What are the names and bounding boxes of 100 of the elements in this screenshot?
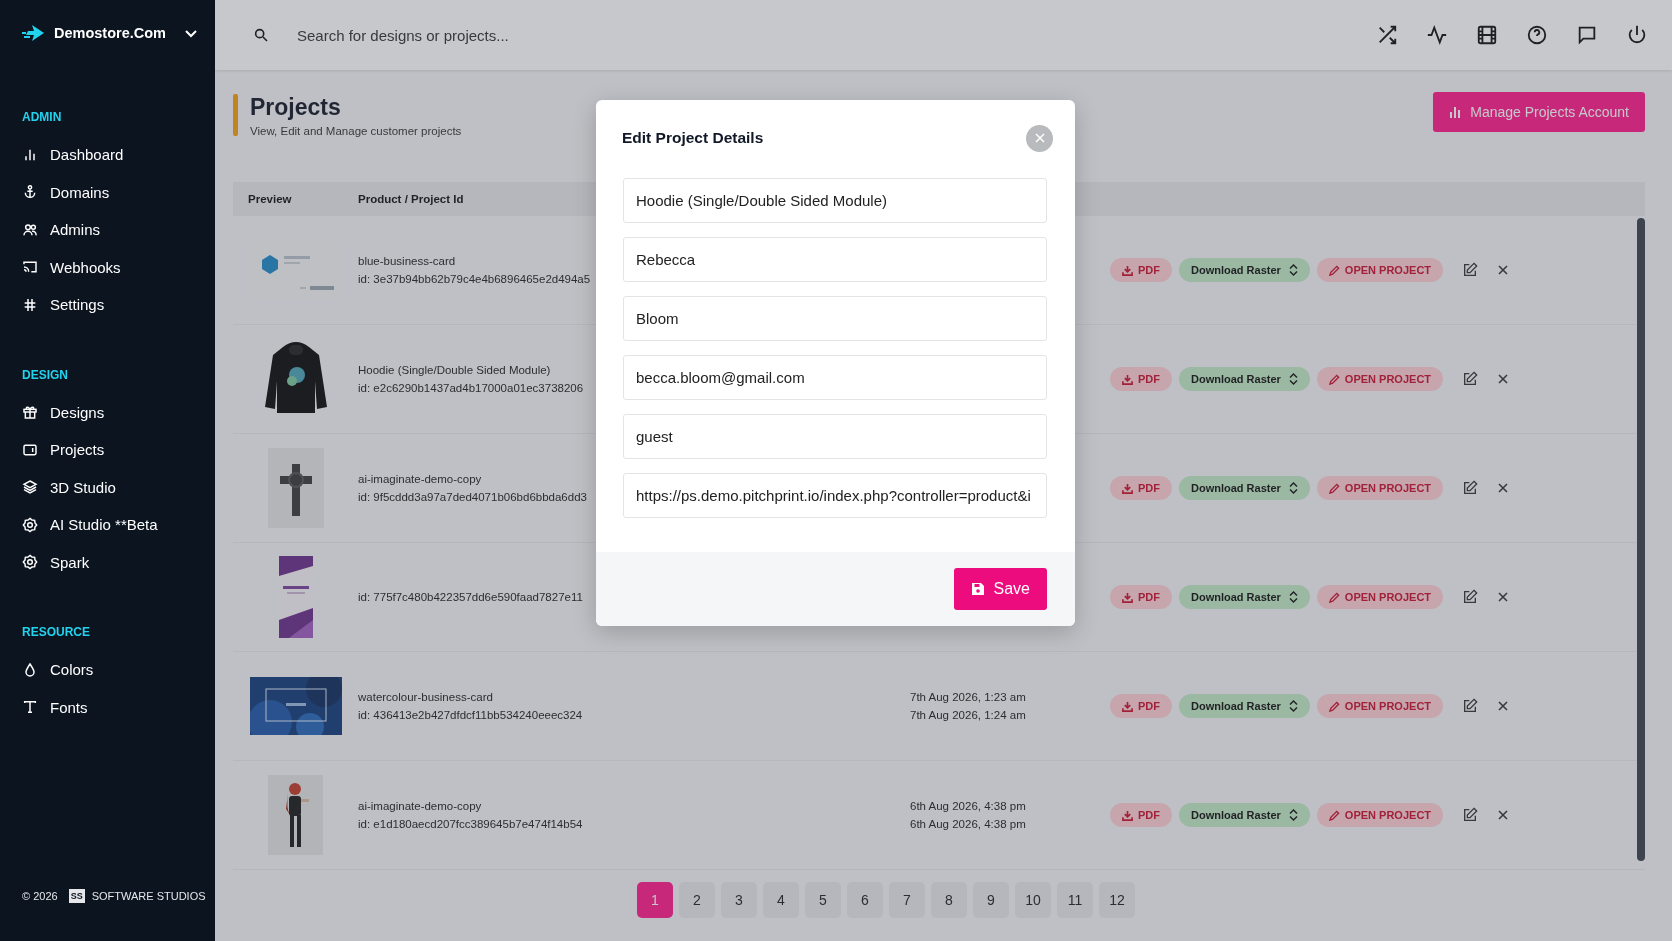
page-button[interactable]: 10 (1015, 882, 1051, 918)
download-raster-dropdown[interactable]: Download Raster (1179, 803, 1310, 827)
date-text: 7th Aug 2026, 1:23 am (910, 689, 1026, 705)
download-raster-dropdown[interactable]: Download Raster (1179, 258, 1310, 282)
power-icon[interactable] (1626, 24, 1648, 46)
copyright-text: © 2026 (22, 890, 58, 902)
text-field[interactable]: https://ps.demo.pitchprint.io/index.php?controller=product&i (623, 473, 1047, 518)
nav-item[interactable]: Designs (22, 393, 215, 431)
page-button[interactable]: 6 (847, 882, 883, 918)
project-id: id: 3e37b94bb62b79c4e4b6896465e2d494a5 (358, 271, 591, 287)
page-title: Projects (250, 94, 342, 121)
close-icon[interactable] (1497, 264, 1510, 276)
nav-item[interactable]: Webhooks (22, 248, 215, 286)
page-button[interactable]: 3 (721, 882, 757, 918)
download-raster-dropdown[interactable]: Download Raster (1179, 585, 1310, 609)
column-header: Product / Project Id (358, 193, 464, 205)
page-button[interactable]: 11 (1057, 882, 1093, 918)
nav-item[interactable]: Fonts (22, 688, 215, 726)
download-icon (1122, 700, 1133, 712)
save-button[interactable]: Save (953, 568, 1047, 610)
edit-icon[interactable] (1462, 698, 1479, 714)
edit-icon[interactable] (1462, 589, 1479, 605)
nav-item[interactable]: Domains (22, 173, 215, 211)
nav-item[interactable]: Admins (22, 211, 215, 249)
page-button[interactable]: 5 (805, 882, 841, 918)
pencil-icon (1328, 700, 1340, 712)
download-raster-dropdown[interactable]: Download Raster (1179, 367, 1310, 391)
nav-item[interactable]: 3D Studio (22, 468, 215, 506)
close-icon[interactable] (1497, 700, 1510, 712)
edit-icon[interactable] (1462, 807, 1479, 823)
text-field[interactable]: Bloom (623, 296, 1047, 341)
pencil-icon (1328, 373, 1340, 385)
close-icon[interactable] (1497, 591, 1510, 603)
users-icon (22, 221, 38, 238)
product-name: ai-imaginate-demo-copy (358, 798, 482, 814)
page-button[interactable]: 12 (1099, 882, 1135, 918)
sort-caret-icon (1288, 809, 1298, 821)
nav-item[interactable]: Spark (22, 543, 215, 581)
section-heading: RESOURCE (22, 625, 91, 639)
company-logo: SS (68, 889, 85, 903)
project-id: id: e1d180aecd207fcc389645b7e474f14b54 (358, 816, 583, 832)
page-subtitle: View, Edit and Manage customer projects (250, 125, 462, 137)
product-name: Hoodie (Single/Double Sided Module) (358, 362, 551, 378)
text-field[interactable]: becca.bloom@gmail.com (623, 355, 1047, 400)
shuffle-icon[interactable] (1376, 24, 1398, 46)
section-heading: ADMIN (22, 110, 63, 124)
gear-icon (22, 516, 38, 533)
date-text: 6th Aug 2026, 4:38 pm (910, 798, 1026, 814)
pencil-icon (1328, 264, 1340, 276)
close-icon[interactable] (1497, 373, 1510, 385)
nav-item[interactable]: Colors (22, 651, 215, 689)
store-name[interactable]: Demostore.Com (54, 25, 166, 41)
pencil-icon (1328, 482, 1340, 494)
page-button[interactable]: 8 (931, 882, 967, 918)
pencil-icon (1328, 809, 1340, 821)
nav-item[interactable]: AI Studio **Beta (22, 506, 215, 544)
company-name: SOFTWARE STUDIOS (91, 890, 206, 902)
text-field[interactable]: Hoodie (Single/Double Sided Module) (623, 178, 1047, 223)
logo-icon (22, 23, 46, 43)
project-id: id: 775f7c480b422357dd6e590faad7827e11 (358, 589, 583, 605)
activity-icon[interactable] (1426, 24, 1448, 46)
anchor-icon (22, 184, 38, 201)
download-raster-dropdown[interactable]: Download Raster (1179, 694, 1310, 718)
section-heading: DESIGN (22, 367, 69, 382)
dialog-title: Edit Project Details (622, 129, 764, 147)
gift-icon (22, 404, 38, 421)
edit-icon[interactable] (1462, 371, 1479, 387)
download-icon (1122, 373, 1133, 385)
project-id: id: e2c6290b1437ad4b17000a01ec3738206 (358, 380, 584, 396)
page-button[interactable]: 4 (763, 882, 799, 918)
date-text: 6th Aug 2026, 4:38 pm (910, 816, 1026, 832)
download-icon (1122, 482, 1133, 494)
edit-icon[interactable] (1462, 262, 1479, 278)
scrollbar[interactable] (1637, 218, 1645, 861)
search-icon (253, 27, 269, 43)
sort-caret-icon (1288, 373, 1298, 385)
download-icon (1122, 264, 1133, 276)
text-field[interactable]: Rebecca (623, 237, 1047, 282)
film-icon[interactable] (1476, 24, 1498, 46)
sort-caret-icon (1288, 700, 1298, 712)
page-button[interactable]: 7 (889, 882, 925, 918)
close-icon[interactable] (1497, 809, 1510, 821)
message-icon[interactable] (1576, 24, 1598, 46)
column-header: Preview (248, 193, 292, 205)
hash-icon (22, 296, 38, 313)
nav-item[interactable]: Dashboard (22, 136, 215, 174)
edit-icon[interactable] (1462, 480, 1479, 496)
layers-icon (22, 479, 38, 496)
text-field[interactable]: guest (623, 414, 1047, 459)
nav-item[interactable]: Settings (22, 286, 215, 324)
nav-item[interactable]: Projects (22, 431, 215, 469)
page-button[interactable]: 9 (973, 882, 1009, 918)
page-button[interactable]: 2 (679, 882, 715, 918)
sort-caret-icon (1288, 591, 1298, 603)
close-icon[interactable] (1497, 482, 1510, 494)
bar-chart-icon (1449, 106, 1462, 118)
sort-caret-icon (1288, 264, 1298, 276)
project-id: id: 436413e2b427dfdcf11bb534240eeec324 (358, 707, 583, 723)
help-icon[interactable] (1526, 24, 1548, 46)
download-raster-dropdown[interactable]: Download Raster (1179, 476, 1310, 500)
